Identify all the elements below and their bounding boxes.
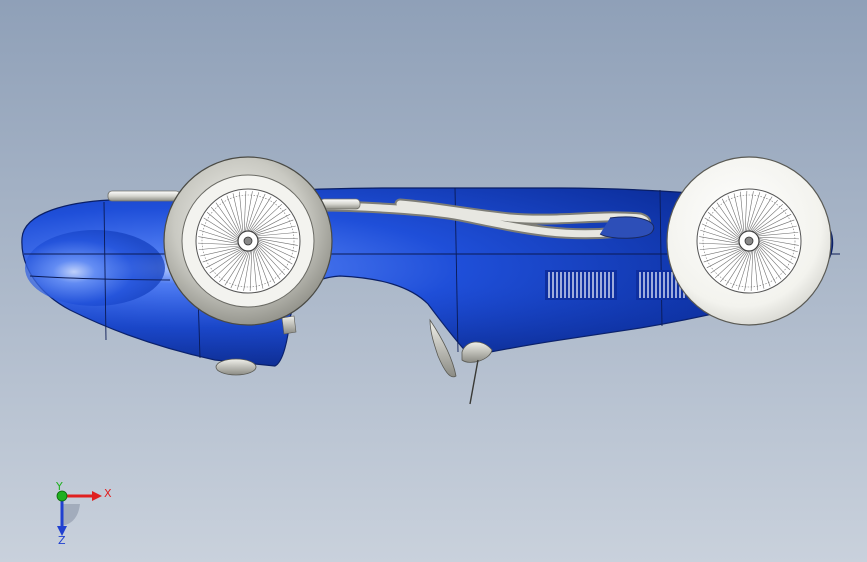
front-wheel xyxy=(163,156,333,326)
rear-wheel xyxy=(666,156,832,326)
side-vents-front xyxy=(545,270,617,300)
graphics-viewport[interactable]: X Y Z xyxy=(0,0,867,562)
x-axis-label: X xyxy=(104,487,112,500)
car-model-view[interactable] xyxy=(0,0,867,562)
y-axis-label: Y xyxy=(55,482,63,493)
axis-triad: X Y Z xyxy=(55,482,112,546)
z-axis-label: Z xyxy=(58,534,66,546)
